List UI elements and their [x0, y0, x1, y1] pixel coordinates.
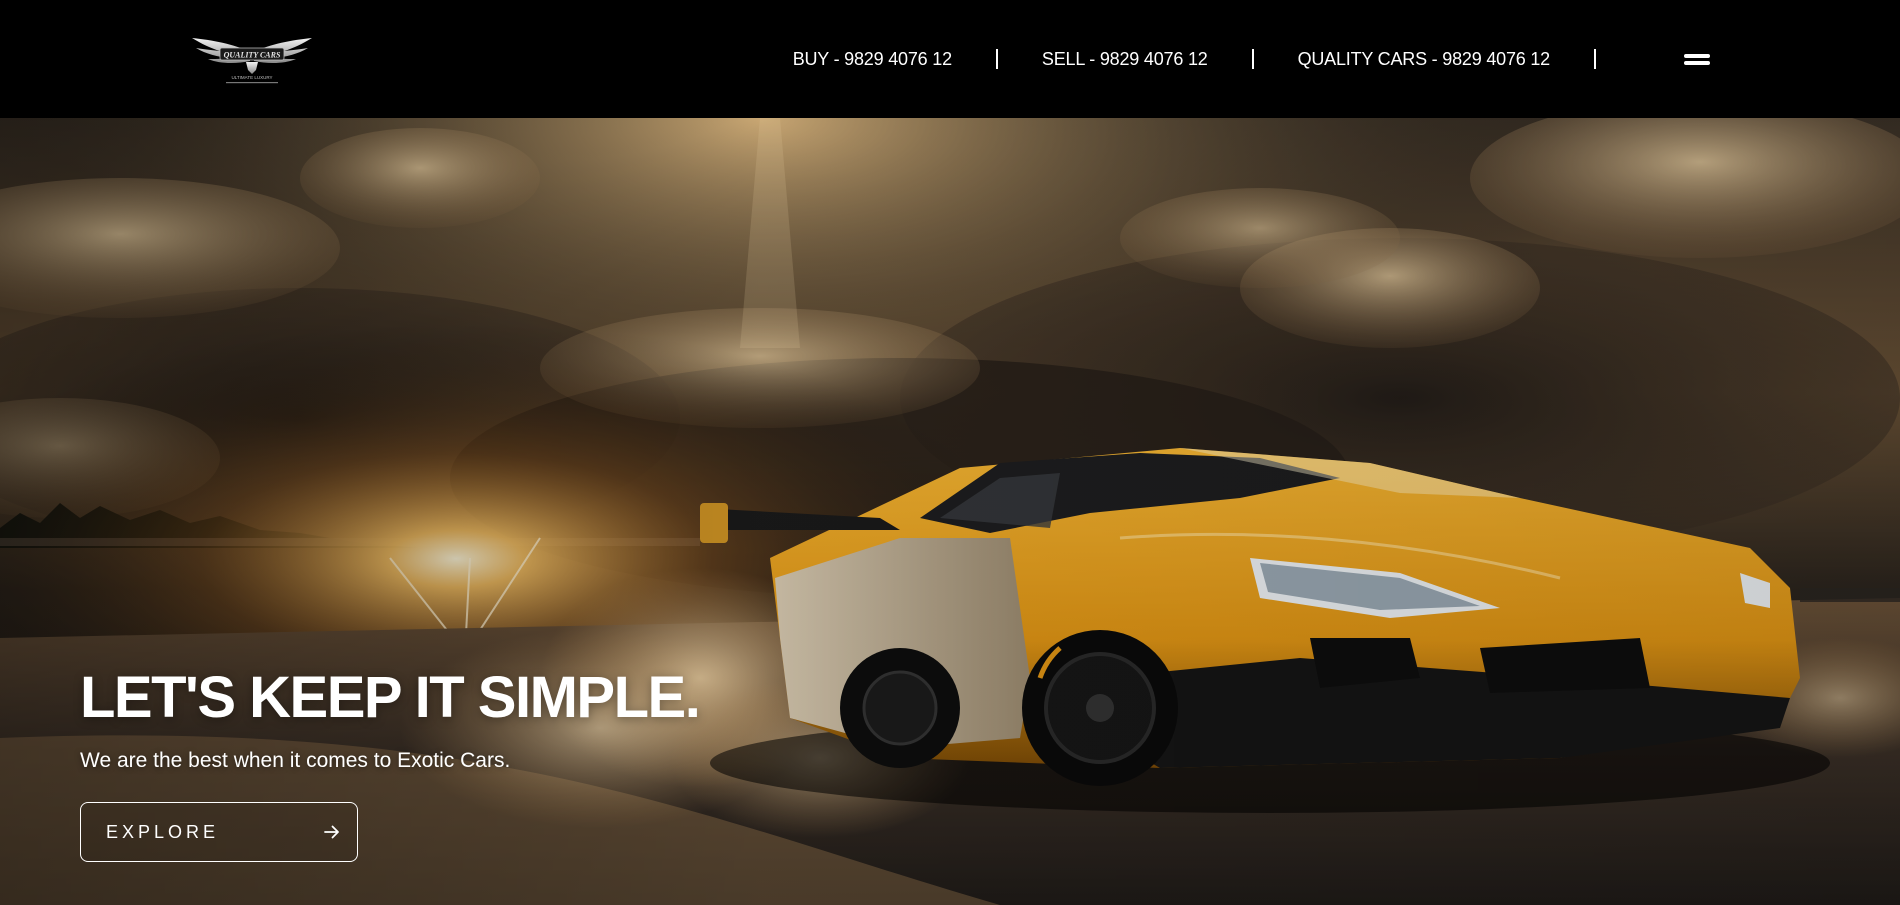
- hamburger-icon[interactable]: [1684, 51, 1710, 67]
- nav-link-buy[interactable]: BUY - 9829 4076 12: [793, 49, 952, 70]
- site-header: QUALITY CARS ULTIMATE LUXURY BUY - 9829 …: [0, 0, 1900, 118]
- arrow-right-icon: [324, 825, 340, 839]
- logo-subtitle: ULTIMATE LUXURY: [231, 75, 272, 80]
- nav-link-sell[interactable]: SELL - 9829 4076 12: [1042, 49, 1208, 70]
- logo-title: QUALITY CARS: [224, 51, 281, 60]
- explore-button[interactable]: EXPLORE: [80, 802, 358, 862]
- explore-button-label: EXPLORE: [106, 821, 220, 842]
- main-nav: BUY - 9829 4076 12 SELL - 9829 4076 12 Q…: [793, 0, 1710, 118]
- hero-content: LET'S KEEP IT SIMPLE. We are the best wh…: [80, 663, 980, 862]
- nav-separator: [1251, 49, 1254, 69]
- brand-logo[interactable]: QUALITY CARS ULTIMATE LUXURY: [190, 34, 314, 86]
- hero-subtitle: We are the best when it comes to Exotic …: [80, 749, 511, 772]
- nav-separator: [1594, 49, 1596, 69]
- nav-link-quality-cars[interactable]: QUALITY CARS - 9829 4076 12: [1298, 49, 1551, 70]
- hero-section: LET'S KEEP IT SIMPLE. We are the best wh…: [0, 118, 1900, 905]
- hero-title: LET'S KEEP IT SIMPLE.: [80, 665, 701, 730]
- nav-separator: [995, 49, 998, 69]
- winged-logo-icon: QUALITY CARS ULTIMATE LUXURY: [192, 38, 312, 84]
